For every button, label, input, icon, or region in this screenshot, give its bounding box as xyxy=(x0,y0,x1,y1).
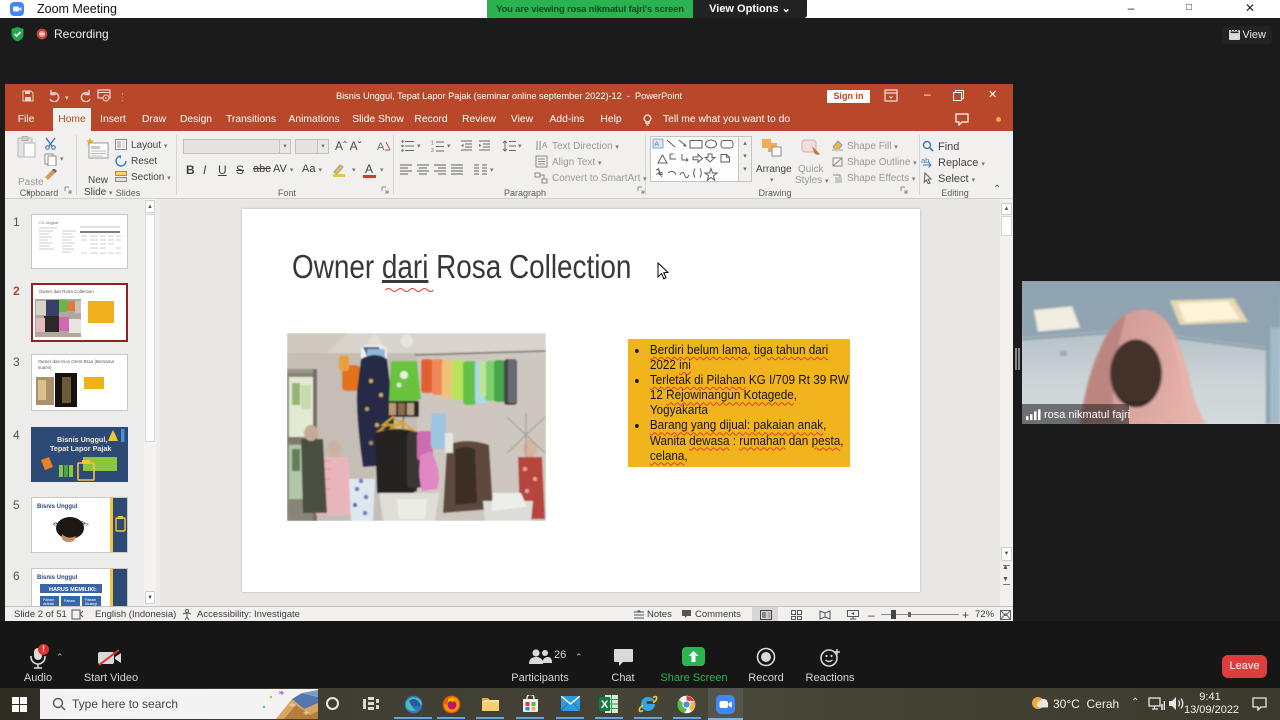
svg-text:Paham: Paham xyxy=(64,599,75,603)
svg-text:Bisnis Unggul: Bisnis Unggul xyxy=(37,504,78,510)
svg-text:HARUS MEMILIKI:: HARUS MEMILIKI: xyxy=(49,587,97,593)
svg-text:A: A xyxy=(655,141,660,148)
svg-text:A: A xyxy=(542,141,548,150)
svg-text:A: A xyxy=(377,141,385,153)
svg-text:Bisnis Unggul,: Bisnis Unggul, xyxy=(57,435,107,444)
svg-text:X: X xyxy=(601,699,609,711)
svg-text:3: 3 xyxy=(431,148,434,152)
svg-text:Tepat Lapor Pajak: Tepat Lapor Pajak xyxy=(50,444,111,453)
svg-text:Bisnis Unggul: Bisnis Unggul xyxy=(37,575,78,581)
svg-text:rosa nikmatul fajri: rosa nikmatul fajri xyxy=(1044,409,1130,421)
svg-text:ab: ab xyxy=(921,156,929,165)
svg-text:1: 1 xyxy=(431,141,434,147)
